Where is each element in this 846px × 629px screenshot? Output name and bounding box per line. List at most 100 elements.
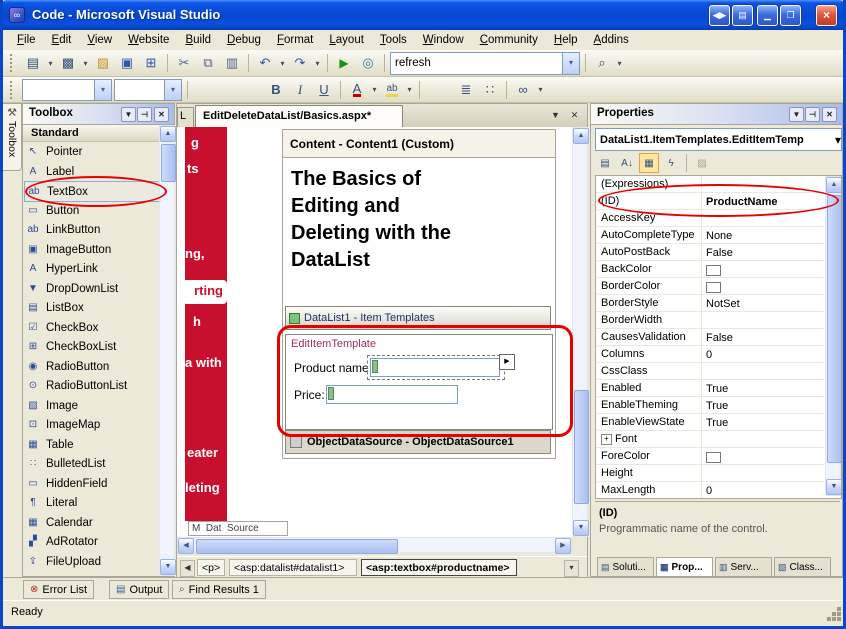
property-row-bordercolor[interactable]: BorderColor (596, 278, 824, 295)
menu-item-addins[interactable]: Addins (586, 32, 637, 48)
events-icon[interactable]: ϟ (661, 153, 681, 173)
foreground-color-icon[interactable]: A (353, 83, 362, 97)
toolbox-item-bulletedlist[interactable]: ∷BulletedList (24, 454, 160, 473)
dropdown-arrow-icon[interactable]: ▾ (81, 59, 90, 68)
toolbox-scrollbar[interactable]: ▲ ▼ (159, 125, 175, 576)
add-new-item-icon[interactable]: ▩ (57, 52, 79, 74)
save-all-icon[interactable]: ⊞ (140, 52, 162, 74)
combo-dropdown-icon[interactable]: ▾ (835, 133, 841, 147)
window-menu-icon[interactable]: ▼ (789, 107, 804, 122)
toolbox-item-label[interactable]: ALabel (24, 162, 160, 181)
underline-icon[interactable]: U (313, 79, 335, 101)
property-row-maxlength[interactable]: MaxLength0 (596, 482, 824, 499)
toolbox-item-table[interactable]: ▦Table (24, 435, 160, 454)
close-icon[interactable]: ✕ (154, 107, 169, 122)
menu-item-website[interactable]: Website (120, 32, 177, 48)
tab-properties[interactable]: ▦Prop... (656, 557, 713, 577)
toolbox-item-pointer[interactable]: ↖Pointer (24, 142, 160, 161)
new-website-icon[interactable]: ▤ (22, 52, 44, 74)
dropdown-arrow-icon[interactable]: ▾ (536, 85, 545, 94)
toolbox-item-listbox[interactable]: ▤ListBox (24, 298, 160, 317)
dropdown-arrow-icon[interactable]: ▾ (615, 59, 624, 68)
properties-titlebar[interactable]: Properties ▼ ⊣ ✕ (591, 104, 842, 125)
property-row-borderwidth[interactable]: BorderWidth (596, 312, 824, 329)
scroll-thumb[interactable] (196, 539, 398, 554)
toolbox-item-linkbutton[interactable]: abLinkButton (24, 220, 160, 239)
start-debugging-icon[interactable]: ▶ (333, 52, 355, 74)
dropdown-arrow-icon[interactable]: ▾ (370, 85, 379, 94)
menu-item-community[interactable]: Community (472, 32, 546, 48)
property-row-height[interactable]: Height (596, 465, 824, 482)
bullet-list-icon[interactable]: ∷ (479, 79, 501, 101)
redo-icon[interactable]: ↷ (289, 52, 311, 74)
content-control-header[interactable]: Content - Content1 (Custom) (283, 130, 555, 158)
pin-icon[interactable]: ⊣ (805, 107, 820, 122)
object-selector-combo[interactable]: DataList1.ItemTemplates.EditItemTemp ▾ (595, 128, 842, 151)
toolbox-item-fileupload[interactable]: ⇪FileUpload (24, 552, 160, 571)
combo-dropdown-icon[interactable]: ▾ (94, 80, 111, 100)
toolbox-item-checkboxlist[interactable]: ⊞CheckBoxList (24, 337, 160, 356)
save-icon[interactable]: ▣ (116, 52, 138, 74)
toolbox-item-dropdownlist[interactable]: ▼DropDownList (24, 279, 160, 298)
font-combo[interactable]: ▾ (114, 79, 182, 101)
close-icon[interactable]: ✕ (822, 107, 837, 122)
window-menu-icon[interactable]: ▼ (121, 107, 136, 122)
toolbox-item-radiobutton[interactable]: ◉RadioButton (24, 357, 160, 376)
price-textbox[interactable] (326, 385, 458, 404)
property-row-font[interactable]: +Font (596, 431, 824, 448)
scroll-down-icon[interactable]: ▼ (573, 520, 589, 536)
editor-vscrollbar[interactable]: ▲ ▼ (572, 127, 588, 537)
toolbox-item-imagebutton[interactable]: ▣ImageButton (24, 240, 160, 259)
scroll-thumb[interactable] (161, 144, 176, 182)
property-row-enabletheming[interactable]: EnableThemingTrue (596, 397, 824, 414)
categorized-icon[interactable]: ▤ (595, 153, 615, 173)
dropdown-arrow-icon[interactable]: ▾ (313, 59, 322, 68)
tab-find-results[interactable]: ⌕Find Results 1 (172, 580, 266, 599)
open-file-icon[interactable]: ▨ (92, 52, 114, 74)
expand-icon[interactable]: + (601, 434, 612, 445)
undo-icon[interactable]: ↶ (254, 52, 276, 74)
toolbox-item-imagemap[interactable]: ⊡ImageMap (24, 415, 160, 434)
combo-dropdown-icon[interactable]: ▾ (562, 53, 579, 74)
style-combo[interactable]: ▾ (22, 79, 112, 101)
property-row-expressions[interactable]: (Expressions) (596, 176, 824, 193)
property-row-forecolor[interactable]: ForeColor (596, 448, 824, 465)
menu-item-layout[interactable]: Layout (321, 32, 372, 48)
toolbox-titlebar[interactable]: Toolbox ▼ ⊣ ✕ (23, 104, 174, 125)
combo-dropdown-icon[interactable]: ▾ (164, 80, 181, 100)
toolbox-item-textbox[interactable]: abTextBox (24, 181, 162, 202)
bold-icon[interactable]: B (265, 79, 287, 101)
highlight-icon[interactable]: ab (386, 83, 397, 97)
tab-class-view[interactable]: ▧Class... (774, 557, 831, 577)
scroll-thumb[interactable] (827, 195, 842, 463)
toolbox-item-radiobuttonlist[interactable]: ⊙RadioButtonList (24, 376, 160, 395)
menu-item-edit[interactable]: Edit (44, 32, 80, 48)
toolbox-section-standard[interactable]: Standard (23, 125, 160, 142)
edit-item-template[interactable]: EditItemTemplate Product name: ▶ Price: (285, 334, 553, 430)
numbered-list-icon[interactable]: ≣ (455, 79, 477, 101)
smart-tag-icon[interactable]: ▶ (499, 354, 515, 370)
objectdatasource-control[interactable]: ObjectDataSource - ObjectDataSource1 (285, 430, 551, 454)
content-control[interactable]: Content - Content1 (Custom) The Basics o… (282, 129, 556, 459)
product-name-textbox[interactable] (370, 358, 500, 377)
paste-icon[interactable]: ▥ (221, 52, 243, 74)
toolbox-side-tab[interactable]: ⚒ Toolbox (3, 103, 22, 171)
titlebar[interactable]: ∞ Code - Microsoft Visual Studio ◀▶ ▤ ▁ … (0, 0, 846, 30)
dropdown-arrow-icon[interactable]: ▾ (405, 85, 414, 94)
property-row-autopostback[interactable]: AutoPostBackFalse (596, 244, 824, 261)
toolbox-item-button[interactable]: ▭Button (24, 201, 160, 220)
toolbar-grip[interactable] (10, 54, 17, 72)
scroll-right-icon[interactable]: ▶ (555, 538, 571, 554)
menu-item-tools[interactable]: Tools (372, 32, 415, 48)
toolbar-grip[interactable] (10, 81, 17, 99)
tag-datalist[interactable]: <asp:datalist#datalist1> (229, 559, 357, 576)
menu-item-build[interactable]: Build (177, 32, 219, 48)
close-button[interactable]: × (816, 5, 837, 26)
find-in-files-icon[interactable]: ⌕ (591, 52, 613, 74)
scroll-down-icon[interactable]: ▼ (160, 559, 176, 575)
property-row-causesvalidation[interactable]: CausesValidationFalse (596, 329, 824, 346)
tag-textbox[interactable]: <asp:textbox#productname> (361, 559, 517, 576)
property-row-backcolor[interactable]: BackColor (596, 261, 824, 278)
toolbox-item-image[interactable]: ▧Image (24, 396, 160, 415)
menu-item-help[interactable]: Help (546, 32, 586, 48)
